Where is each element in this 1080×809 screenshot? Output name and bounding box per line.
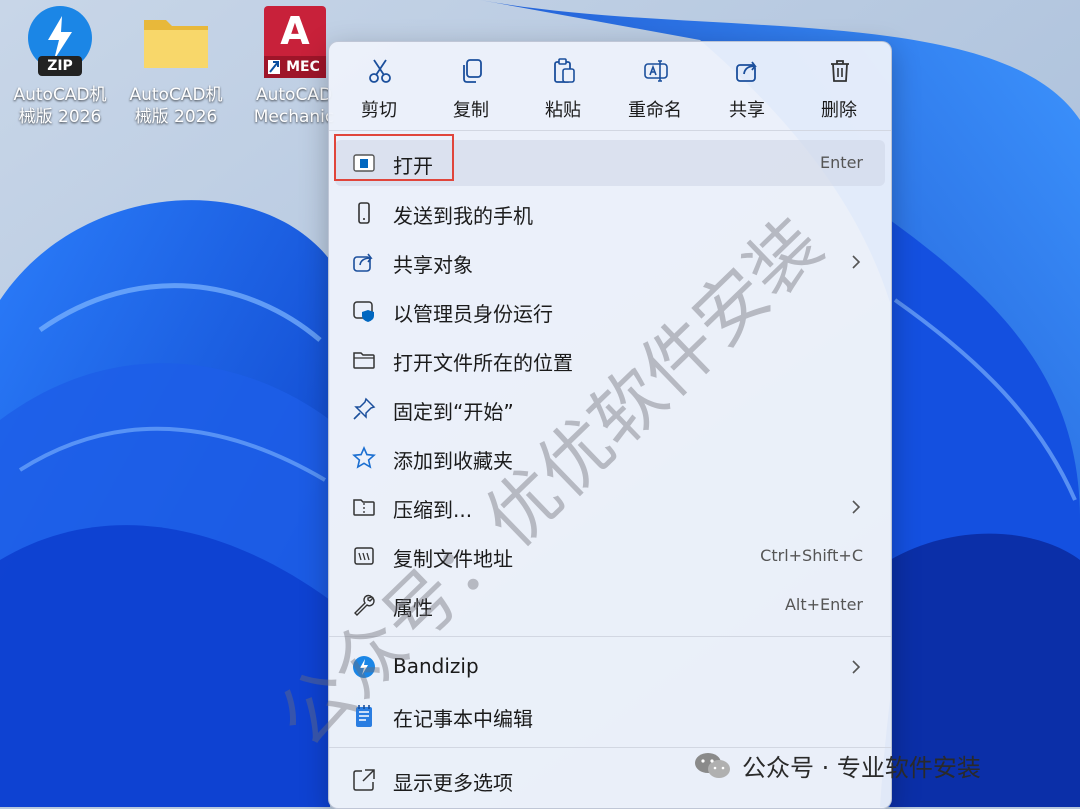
menu-item-add-favorites[interactable]: 添加到收藏夹 [335,435,885,481]
paste-label: 粘贴 [545,100,581,121]
menu-divider [329,636,891,637]
menu-item-edit-notepad[interactable]: 在记事本中编辑 [335,693,885,739]
menu-item-shortcut: Enter [820,153,863,172]
menu-item-shortcut: Ctrl+Shift+C [760,546,863,565]
wechat-icon [694,751,732,787]
menu-item-label: 发送到我的手机 [393,204,533,228]
rename-button[interactable]: 重命名 [609,42,701,130]
share-icon [353,253,373,272]
menu-item-run-as-admin[interactable]: 以管理员身份运行 [335,288,885,334]
notepad-icon [356,705,372,727]
folder-icon [353,352,375,369]
paste-button[interactable]: 粘贴 [517,42,609,130]
copy-icon [463,59,482,83]
footer-watermark-text: 公众号 · 专业软件安装 [742,754,981,782]
copy-label: 复制 [453,100,489,121]
menu-item-label: 在记事本中编辑 [393,707,533,731]
menu-item-label: 固定到“开始” [393,400,514,424]
context-menu-toolbar: 剪切 复制 粘贴 重命名 共享 删除 [329,42,891,130]
autocad-mechanical-icon: A MEC [258,6,330,78]
menu-item-open-location[interactable]: 打开文件所在的位置 [335,337,885,383]
rename-label: 重命名 [628,100,682,121]
menu-item-label: 以管理员身份运行 [393,302,553,326]
desktop-icon-folder[interactable]: AutoCAD机 械版 2026 [122,6,230,128]
bandizip-archive-icon: ZIP [24,6,96,78]
menu-divider [329,130,891,131]
desktop-icon-label-line2: 械版 2026 [18,107,102,127]
share-icon [736,61,757,82]
delete-label: 删除 [821,100,857,121]
cut-button[interactable]: 剪切 [333,42,425,130]
external-link-icon [353,769,375,791]
menu-item-share-with[interactable]: 共享对象 [335,239,885,285]
phone-icon [358,202,370,224]
desktop-icon-label-line1: AutoCAD机 [129,85,223,105]
folder-icon [140,6,212,78]
clipboard-icon [554,58,575,83]
autocad-letter: A [280,9,310,53]
menu-item-send-to-phone[interactable]: 发送到我的手机 [335,190,885,236]
desktop-icon-zip[interactable]: ZIP AutoCAD机 械版 2026 [6,6,114,128]
wrench-icon [354,594,375,616]
menu-item-label: 打开文件所在的位置 [393,351,573,375]
open-highlight-annotation [334,134,454,181]
pin-icon [353,397,376,420]
cut-label: 剪切 [361,100,397,121]
menu-item-label: 复制文件地址 [393,547,513,571]
chevron-right-icon [852,255,861,269]
menu-item-label: 共享对象 [393,253,473,277]
desktop-icon-label-line1: AutoCAD机 [13,85,107,105]
menu-item-shortcut: Alt+Enter [784,595,863,614]
zip-folder-icon [353,499,375,516]
scissors-icon [369,59,391,83]
copy-button[interactable]: 复制 [425,42,517,130]
chevron-right-icon [852,500,861,514]
chevron-right-icon [852,660,861,674]
menu-item-label: 显示更多选项 [393,771,513,795]
delete-button[interactable]: 删除 [793,42,885,130]
menu-item-compress-to[interactable]: 压缩到... [335,484,885,530]
zip-badge: ZIP [47,58,73,74]
footer-watermark: 公众号 · 专业软件安装 [694,748,981,787]
menu-item-properties[interactable]: 属性 Alt+Enter [335,582,885,628]
menu-item-label: Bandizip [393,654,479,678]
menu-item-bandizip[interactable]: Bandizip [335,644,885,690]
trash-icon [831,60,849,82]
menu-item-label: 属性 [393,596,433,620]
autocad-badge: MEC [286,59,320,75]
star-icon [352,446,376,469]
menu-item-label: 添加到收藏夹 [393,449,513,473]
menu-item-pin-start[interactable]: 固定到“开始” [335,386,885,432]
menu-item-copy-path[interactable]: 复制文件地址 Ctrl+Shift+C [335,533,885,579]
admin-shield-icon [353,301,374,322]
menu-item-label: 压缩到... [393,498,473,522]
bandizip-icon [353,656,375,678]
copy-path-icon [354,547,374,565]
desktop-icon-label-line2: 械版 2026 [134,107,218,127]
rename-icon [644,60,668,82]
share-label: 共享 [729,100,765,121]
share-button[interactable]: 共享 [701,42,793,130]
